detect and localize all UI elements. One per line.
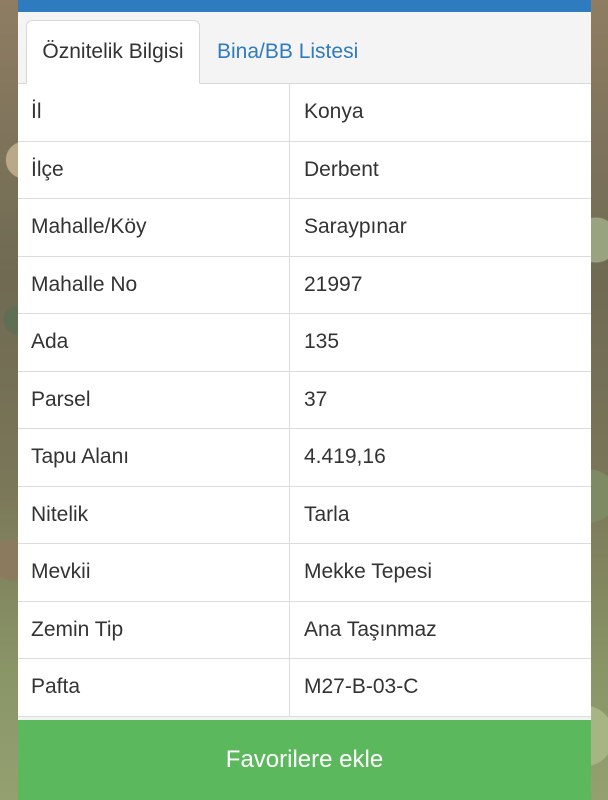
attribute-key: Pafta [18, 659, 290, 716]
attribute-value: Tarla [304, 502, 350, 526]
parcel-info-panel: Öznitelik Bilgisi Bina/BB Listesi İl Kon… [18, 0, 591, 800]
table-row: Pafta M27-B-03-C [18, 659, 591, 717]
table-row: Mahalle/Köy Saraypınar [18, 199, 591, 257]
attribute-value: 4.419,16 [304, 445, 386, 469]
attribute-value: Derbent [304, 157, 379, 181]
attribute-key: Tapu Alanı [18, 429, 290, 486]
attribute-value: Konya [304, 100, 364, 124]
attribute-value: 21997 [304, 272, 363, 296]
table-row: Tapu Alanı 4.419,16 [18, 429, 591, 487]
attribute-table: İl Konya İlçe Derbent Mahalle/Köy Sarayp… [18, 84, 591, 717]
table-row: Zemin Tip Ana Taşınmaz [18, 601, 591, 659]
tab-building-list[interactable]: Bina/BB Listesi [217, 20, 358, 84]
tab-bar: Öznitelik Bilgisi Bina/BB Listesi [18, 12, 591, 84]
attribute-value: M27-B-03-C [304, 675, 419, 699]
tab-attribute-info[interactable]: Öznitelik Bilgisi [26, 20, 200, 84]
attribute-value: Mekke Tepesi [304, 560, 433, 584]
attribute-value: Saraypınar [304, 215, 407, 239]
screen: Öznitelik Bilgisi Bina/BB Listesi İl Kon… [0, 0, 608, 800]
attribute-key: İlçe [18, 141, 290, 198]
table-row: Ada 135 [18, 314, 591, 372]
attribute-key: Mevkii [18, 544, 290, 601]
panel-header-bar [18, 0, 591, 12]
attribute-key: Zemin Tip [18, 601, 290, 658]
attribute-key: İl [18, 84, 290, 141]
table-row: İlçe Derbent [18, 141, 591, 199]
table-row: Mevkii Mekke Tepesi [18, 544, 591, 602]
attribute-value: Ana Taşınmaz [304, 617, 437, 641]
table-row: Nitelik Tarla [18, 486, 591, 544]
table-row: Parsel 37 [18, 371, 591, 429]
attribute-key: Ada [18, 314, 290, 371]
attribute-value: 135 [304, 330, 340, 354]
attribute-key: Mahalle/Köy [18, 199, 290, 256]
add-to-favorites-button[interactable]: Favorilere ekle [18, 720, 591, 800]
table-row: Mahalle No 21997 [18, 256, 591, 314]
attribute-key: Parsel [18, 371, 290, 428]
attribute-value: 37 [304, 387, 328, 411]
table-row: İl Konya [18, 84, 591, 142]
attribute-key: Nitelik [18, 486, 290, 543]
attribute-key: Mahalle No [18, 256, 290, 313]
